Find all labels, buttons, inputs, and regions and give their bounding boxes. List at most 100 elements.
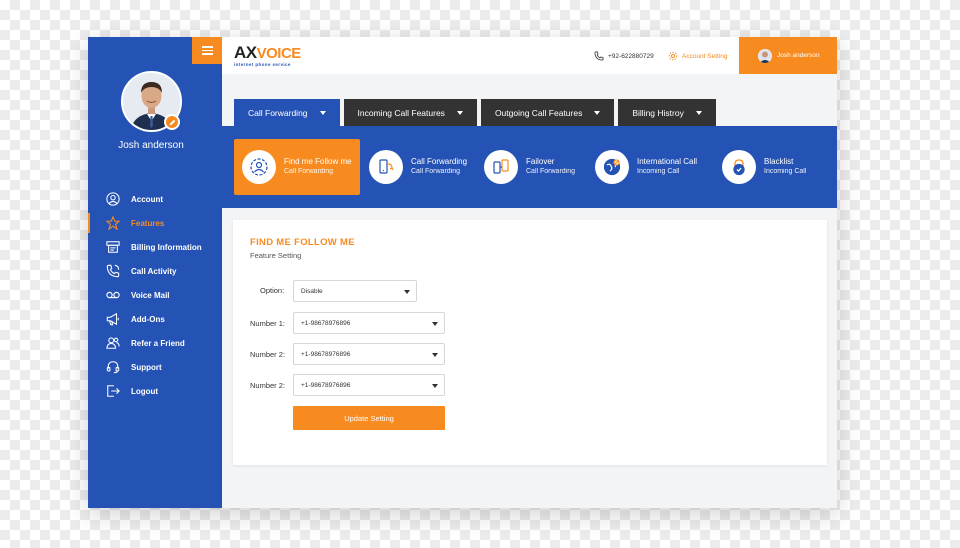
account-setting-link[interactable]: Account Setting [668,51,728,61]
billing-icon [105,239,121,255]
chevron-down-icon [404,290,410,294]
chevron-down-icon [432,353,438,357]
number-value: +1-98678976896 [301,381,351,389]
megaphone-icon [105,311,121,327]
feature-international-call[interactable]: International Call Incoming Call [595,139,697,195]
sidebar-item-label: Add-Ons [131,314,165,324]
feature-call-forwarding[interactable]: Call Forwarding Call Forwarding [369,139,467,195]
feature-text: Failover Call Forwarding [526,157,575,177]
edit-avatar-button[interactable] [164,114,180,130]
sidebar-item-billing[interactable]: Billing Information [88,235,222,259]
sidebar-user-name: Josh anderson [118,140,184,151]
top-header: AXVOICE internet phone service +92-62288… [222,37,837,74]
feature-title: Call Forwarding [411,157,468,166]
phone-icon [105,263,121,279]
phone-number: +92-622880729 [594,51,654,61]
sidebar-item-call-activity[interactable]: Call Activity [88,259,222,283]
header-user-name: Josh anderson [777,52,820,59]
account-setting-label: Account Setting [682,52,728,60]
number-label: Number 1: [250,319,286,328]
sidebar-item-add-ons[interactable]: Add-Ons [88,307,222,331]
number-1-select[interactable]: +1-98678976896 [293,312,445,334]
tab-billing-history[interactable]: Billing Histroy [618,99,716,126]
tab-label: Call Forwarding [248,108,308,118]
number-3-select[interactable]: +1-98678976896 [293,374,445,396]
feature-subtitle: Incoming Call [637,168,680,175]
sidebar-item-features[interactable]: Features [88,211,222,235]
feature-title: Blacklist [764,157,794,166]
update-setting-button[interactable]: Update Setting [293,406,445,430]
feature-subtitle: Call Forwarding [284,168,334,175]
feature-subtitle: Call Forwarding [526,168,576,175]
globe-icon [595,150,629,184]
tab-label: Outgoing Call Features [494,107,583,118]
logout-icon [105,383,121,399]
feature-failover[interactable]: Failover Call Forwarding [484,139,575,195]
star-icon [105,215,121,231]
sidebar-item-label: Billing Information [131,242,202,252]
feature-title: Find me Follow me [284,157,352,166]
sidebar: Josh anderson Account Features Billing I… [88,37,222,508]
tab-outgoing-call-features[interactable]: Outgoing Call Features [480,99,615,126]
sidebar-item-support[interactable]: Support [88,355,222,379]
sidebar-item-voice-mail[interactable]: Voice Mail [88,283,222,307]
axvoice-logo[interactable]: AXVOICE internet phone service [234,44,301,67]
hamburger-line [201,49,213,52]
sidebar-item-refer-friend[interactable]: Refer a Friend [88,331,222,355]
feature-tabs: Call Forwarding Incoming Call Features O… [234,99,716,127]
number-label: Number 2: [250,381,286,390]
number-2-select[interactable]: +1-98678976896 [293,343,445,365]
option-row: Option: [260,286,284,295]
number-label: Number 2: [250,350,286,359]
sidebar-item-logout[interactable]: Logout [88,379,222,403]
users-icon [105,335,121,351]
user-menu[interactable]: Josh anderson [739,37,837,74]
sidebar-item-label: Voice Mail [131,290,170,300]
chevron-down-icon [695,110,702,115]
option-select[interactable]: Disable [293,280,417,302]
feature-text: International Call Incoming Call [637,157,697,177]
chevron-down-icon [432,322,438,326]
sidebar-item-label: Support [131,362,162,372]
number-value: +1-98678976896 [301,319,351,327]
sidebar-item-label: Refer a Friend [131,338,185,348]
feature-subtitle: Call Forwarding [411,168,461,175]
gear-icon [668,51,678,61]
number-value: +1-98678976896 [301,350,351,358]
feature-title: Failover [526,157,555,166]
tab-label: Incoming Call Features [357,107,445,118]
tab-incoming-call-features[interactable]: Incoming Call Features [343,99,477,126]
failover-icon [484,150,518,184]
phone-icon [594,51,604,61]
sidebar-item-label: Logout [131,386,159,396]
headset-icon [105,359,121,375]
option-label: Option: [260,286,285,295]
feature-title: International Call [637,157,698,166]
profile-avatar[interactable] [121,71,182,132]
tab-call-forwarding[interactable]: Call Forwarding [234,99,340,127]
sidebar-item-label: Features [131,218,165,228]
feature-setting-card: FIND ME FOLLOW ME Feature Setting Option… [233,220,827,465]
chevron-down-icon [319,111,326,115]
menu-toggle-button[interactable] [192,37,222,64]
user-avatar-icon [758,48,772,63]
number-row: Number 2: [250,381,285,390]
pencil-icon [169,119,175,125]
find-me-icon [242,150,276,184]
feature-text: Call Forwarding Call Forwarding [411,157,467,177]
feature-text: Blacklist Incoming Call [764,157,806,177]
number-row: Number 2: [250,350,285,359]
card-subtitle: Feature Setting [250,251,302,260]
sidebar-item-label: Call Activity [131,266,177,276]
chevron-down-icon [456,110,463,115]
feature-text: Find me Follow me Call Forwarding [284,157,352,177]
number-row: Number 1: [250,319,285,328]
sidebar-item-account[interactable]: Account [88,187,222,211]
feature-blacklist[interactable]: Blacklist Incoming Call [722,139,806,195]
user-icon [105,191,121,207]
feature-subtitle: Incoming Call [764,168,807,175]
feature-strip: Find me Follow me Call Forwarding Call F… [222,126,837,208]
card-title: FIND ME FOLLOW ME [250,237,355,248]
feature-find-me-follow-me[interactable]: Find me Follow me Call Forwarding [234,139,360,195]
avatar [758,48,772,63]
